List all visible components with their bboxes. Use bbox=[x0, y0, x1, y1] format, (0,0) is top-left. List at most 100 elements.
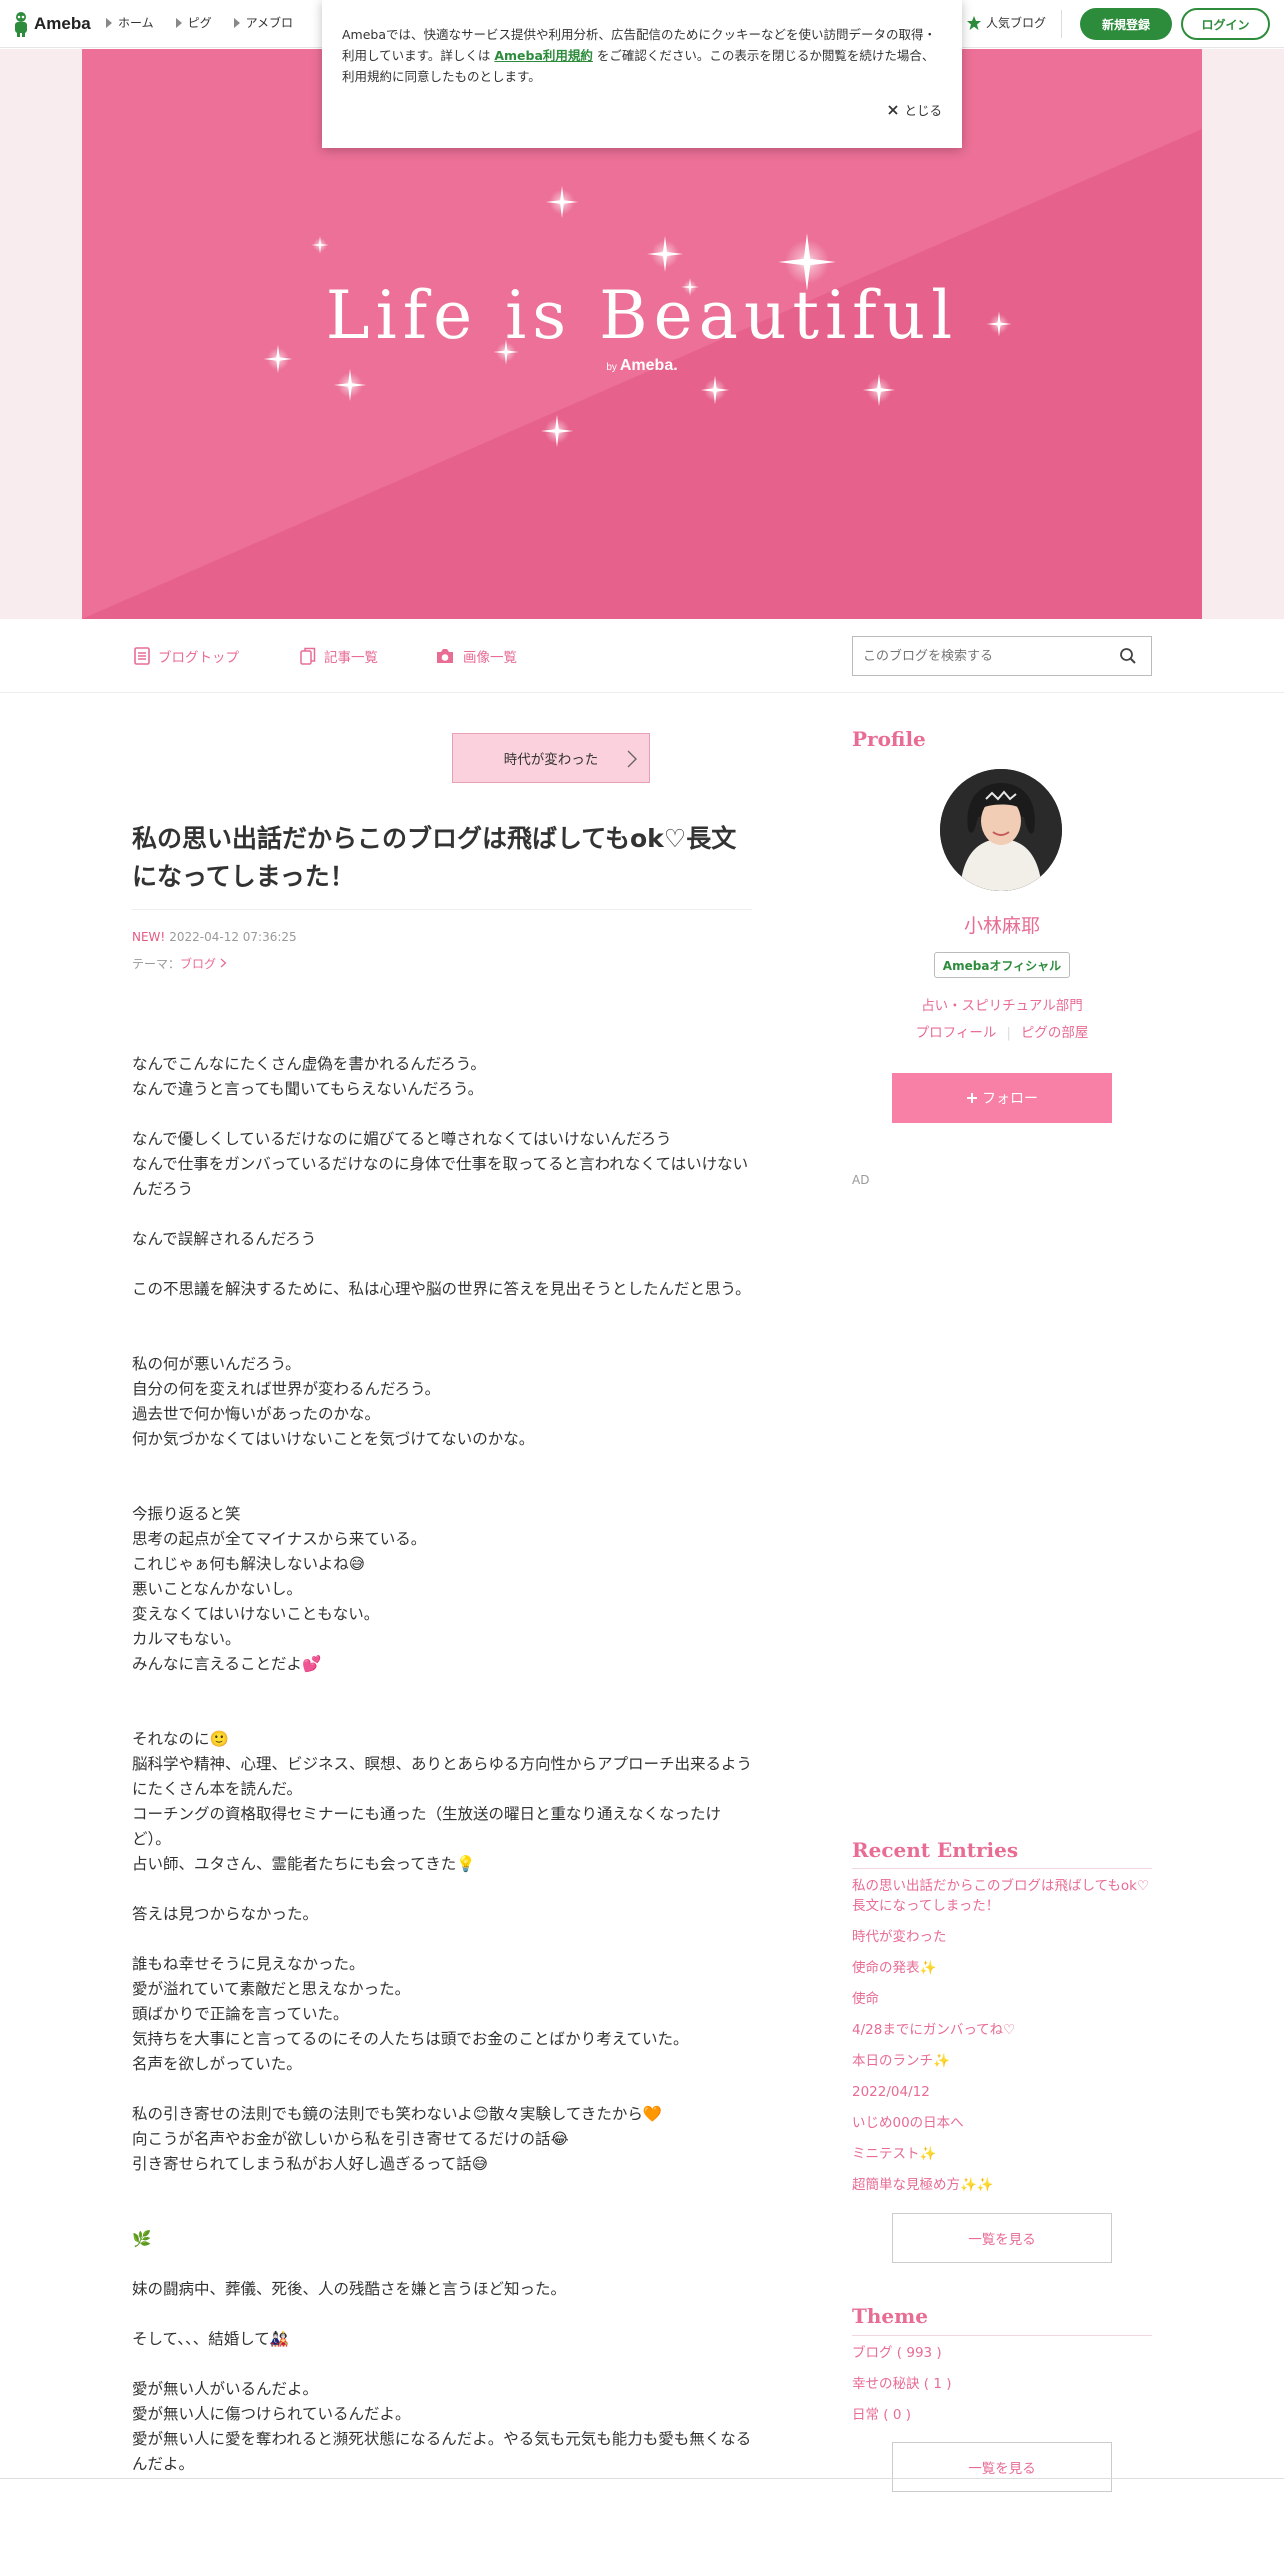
nav-ameblo[interactable]: アメブロ bbox=[233, 14, 294, 31]
search-icon[interactable] bbox=[1119, 647, 1137, 665]
nav-image-list[interactable]: 画像一覧 bbox=[435, 646, 517, 666]
article-paragraph bbox=[132, 1477, 752, 1502]
theme-link[interactable]: ブログ ( 993 ) bbox=[852, 2343, 1152, 2363]
cookie-close-button[interactable]: とじる bbox=[888, 100, 942, 119]
profile-heading: Profile bbox=[852, 727, 926, 751]
article-paragraph: それなのに🙂 bbox=[132, 1730, 229, 1748]
nav-pigg[interactable]: ピグ bbox=[175, 14, 212, 31]
article-paragraph: 思考の起点が全てマイナスから来ている。 bbox=[132, 1530, 427, 1548]
recent-entry-link[interactable]: いじめ00の日本へ bbox=[852, 2113, 1152, 2133]
blog-search bbox=[852, 636, 1152, 676]
ameba-logo[interactable]: Ameba bbox=[12, 10, 91, 38]
theme-link[interactable]: ブログ bbox=[180, 957, 216, 971]
article-paragraph bbox=[132, 2302, 752, 2327]
prev-article-label: 時代が変わった bbox=[503, 752, 599, 768]
popular-blog-link[interactable]: 人気ブログ bbox=[966, 14, 1046, 31]
divider bbox=[852, 1868, 1152, 1869]
article-paragraph: なんでこんなにたくさん虚偽を書かれるんだろう。 bbox=[132, 1055, 486, 1073]
article-paragraph: 誰もね幸せそうに見えなかった。 bbox=[132, 1955, 365, 1973]
article-paragraph: 何か気づかなくてはいけないことを気づけてないのかな。 bbox=[132, 1430, 535, 1448]
article-paragraph bbox=[132, 1677, 752, 1702]
article-paragraph bbox=[132, 2352, 752, 2377]
prev-article-button[interactable]: 時代が変わった bbox=[452, 733, 650, 783]
article-paragraph: みんなに言えることだよ💕 bbox=[132, 1655, 322, 1673]
profile-links: プロフィール | ピグの部屋 bbox=[852, 1021, 1152, 1041]
nav-image-list-label: 画像一覧 bbox=[463, 650, 517, 666]
article-paragraph: 引き寄せられてしまう私がお人好し過ぎるって話😅 bbox=[132, 2155, 488, 2173]
article-paragraph bbox=[132, 1202, 752, 1227]
article-paragraph: 気持ちを大事にと言ってるのにその人たちは頭でお金のことばかり考えていた。 bbox=[132, 2030, 689, 2048]
article-paragraph: 自分の何を変えれば世界が変わるんだろう。 bbox=[132, 1380, 441, 1398]
article-paragraph: 妹の闘病中、葬儀、死後、人の残酷さを嫌と言うほど知った。 bbox=[132, 2280, 567, 2298]
nav-ameblo-label: アメブロ bbox=[245, 16, 294, 30]
article-paragraph: 名声を欲しがっていた。 bbox=[132, 2055, 302, 2073]
recent-entry-link[interactable]: 4/28までにガンバってね♡ bbox=[852, 2020, 1152, 2040]
theme-heading: Theme bbox=[852, 2304, 929, 2328]
recent-entry-link[interactable]: 本日のランチ✨ bbox=[852, 2051, 1152, 2071]
article-paragraph: カルマもない。 bbox=[132, 1630, 241, 1648]
recent-entry-link[interactable]: 使命 bbox=[852, 1989, 1152, 2009]
theme-label: テーマ： bbox=[132, 957, 181, 971]
recent-entry-link[interactable]: ミニテスト✨ bbox=[852, 2144, 1152, 2164]
article-theme: テーマ：ブログ bbox=[132, 955, 227, 972]
recent-entry-link[interactable]: 時代が変わった bbox=[852, 1927, 1152, 1947]
register-button[interactable]: 新規登録 bbox=[1080, 8, 1172, 40]
star-icon bbox=[967, 15, 981, 30]
follow-button[interactable]: フォロー bbox=[892, 1073, 1112, 1123]
article-paragraph bbox=[132, 1302, 752, 1327]
profile-category[interactable]: 占い・スピリチュアル部門 bbox=[852, 994, 1152, 1014]
divider bbox=[852, 2335, 1152, 2336]
login-button[interactable]: ログイン bbox=[1181, 8, 1270, 40]
theme-more-button[interactable]: 一覧を見る bbox=[892, 2442, 1112, 2492]
article-paragraph: 私の何が悪いんだろう。 bbox=[132, 1355, 301, 1373]
pigg-room-link[interactable]: ピグの部屋 bbox=[1021, 1025, 1089, 1041]
terms-link[interactable]: Ameba利用規約 bbox=[494, 48, 593, 63]
article-paragraph: 🌿 bbox=[132, 2230, 152, 2248]
blog-nav: ブログトップ 記事一覧 画像一覧 bbox=[0, 619, 1284, 693]
popular-blog-label: 人気ブログ bbox=[986, 16, 1047, 30]
recent-entry-link[interactable]: 私の思い出話だからこのブログは飛ばしてもok♡長文になってしまった！ bbox=[852, 1876, 1152, 1916]
profile-avatar[interactable] bbox=[940, 769, 1062, 891]
nav-home[interactable]: ホーム bbox=[106, 14, 154, 31]
recent-entry-link[interactable]: 使命の発表✨ bbox=[852, 1958, 1152, 1978]
chevron-right-icon bbox=[627, 750, 637, 768]
article-paragraph: 愛が無い人に愛を奪われると瀕死状態になるんだよ。やる気も元気も能力も愛も無くなる… bbox=[132, 2430, 752, 2473]
profile-name[interactable]: 小林麻耶 bbox=[852, 911, 1152, 938]
profile-link[interactable]: プロフィール bbox=[916, 1025, 997, 1041]
chevron-right-icon bbox=[220, 958, 227, 968]
article-paragraph: そして、、、結婚して🎎 bbox=[132, 2330, 290, 2348]
recent-entry-link[interactable]: 超簡単な見極め方✨✨ bbox=[852, 2175, 1152, 2195]
nav-pigg-label: ピグ bbox=[187, 16, 212, 30]
blog-search-input[interactable] bbox=[853, 637, 1093, 675]
article-paragraph bbox=[132, 1452, 752, 1477]
article-paragraph: なんで誤解されるんだろう bbox=[132, 1230, 317, 1248]
nav-blog-top-label: ブログトップ bbox=[158, 650, 239, 666]
official-badge[interactable]: Amebaオフィシャル bbox=[934, 952, 1070, 978]
theme-link[interactable]: 日常 ( 0 ) bbox=[852, 2405, 1152, 2425]
recent-entry-link[interactable]: 2022/04/12 bbox=[852, 2082, 1152, 2102]
article-paragraph bbox=[132, 1702, 752, 1727]
article-paragraph: 変えなくてはいけないこともない。 bbox=[132, 1605, 380, 1623]
article-paragraph: 私の引き寄せの法則でも鏡の法則でも笑わないよ😊散々実験してきたから🧡 bbox=[132, 2105, 663, 2123]
header-by-small: by bbox=[606, 362, 617, 373]
avatar-image bbox=[940, 769, 1062, 891]
header-byline: by Ameba. bbox=[82, 357, 1202, 375]
article-paragraph: 過去世で何か悔いがあったのかな。 bbox=[132, 1405, 381, 1423]
logo-text: Ameba bbox=[34, 14, 91, 33]
article-paragraph bbox=[132, 2077, 752, 2102]
cookie-consent-dialog: Amebaでは、快適なサービス提供や利用分析、広告配信のためにクッキーなどを使い… bbox=[322, 0, 962, 148]
camera-icon bbox=[437, 649, 453, 663]
theme-link[interactable]: 幸せの秘訣 ( 1 ) bbox=[852, 2374, 1152, 2394]
document-icon bbox=[134, 647, 150, 665]
article-paragraph bbox=[132, 1877, 752, 1902]
nav-blog-top[interactable]: ブログトップ bbox=[134, 646, 239, 666]
article-date: 2022-04-12 07:36:25 bbox=[169, 930, 297, 944]
article-paragraph: なんで違うと言っても聞いてもらえないんだろう。 bbox=[132, 1080, 484, 1098]
recent-entries-heading: Recent Entries bbox=[852, 1838, 1019, 1862]
recent-more-button[interactable]: 一覧を見る bbox=[892, 2213, 1112, 2263]
article-paragraph: 愛が溢れていて素敵だと思えなかった。 bbox=[132, 1980, 411, 1998]
divider bbox=[0, 2478, 1284, 2479]
nav-article-list[interactable]: 記事一覧 bbox=[300, 646, 378, 666]
triangle-right-icon bbox=[106, 17, 112, 28]
article-paragraph bbox=[132, 1102, 752, 1127]
